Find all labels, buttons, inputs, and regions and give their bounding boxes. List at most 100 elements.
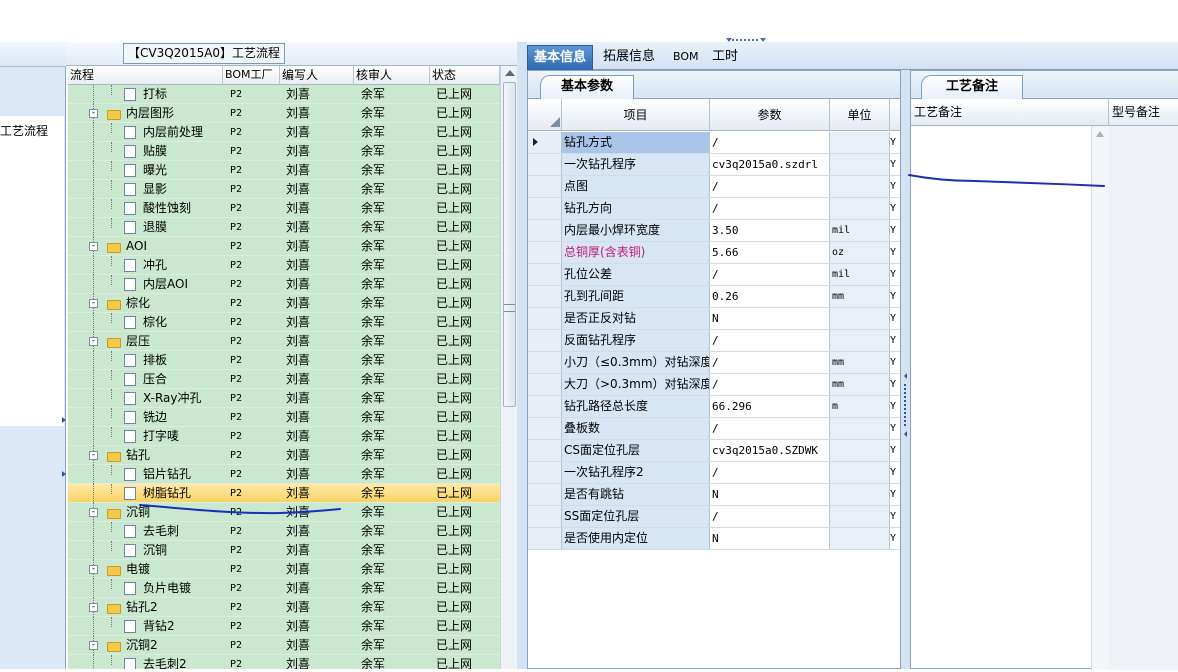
process-row[interactable]: 棕化 P2 刘喜 余军 已上网: [68, 313, 500, 332]
column-header-flag[interactable]: [890, 99, 900, 131]
row-selector[interactable]: [528, 484, 562, 505]
scrollbar-thumb[interactable]: [503, 82, 516, 407]
process-scrollbar[interactable]: [500, 66, 517, 669]
row-selector[interactable]: [528, 506, 562, 527]
expander-minus-icon[interactable]: -: [89, 603, 98, 612]
row-selector[interactable]: [528, 440, 562, 461]
row-selector[interactable]: [528, 176, 562, 197]
expander-minus-icon[interactable]: -: [89, 451, 98, 460]
column-header-process-note[interactable]: 工艺备注: [911, 99, 1109, 126]
column-header-status[interactable]: 状态: [430, 66, 500, 85]
tab-bom[interactable]: BOM: [667, 45, 705, 70]
process-row[interactable]: 铝片钻孔 P2 刘喜 余军 已上网: [68, 465, 500, 484]
process-row[interactable]: 内层AOI P2 刘喜 余军 已上网: [68, 275, 500, 294]
process-row[interactable]: - AOI P2 刘喜 余军 已上网: [68, 237, 500, 256]
expander-minus-icon[interactable]: -: [89, 641, 98, 650]
param-row[interactable]: 是否有跳钻 N Y: [528, 484, 900, 506]
row-selector[interactable]: [528, 154, 562, 175]
process-row[interactable]: 打标 P2 刘喜 余军 已上网: [68, 85, 500, 104]
row-selector[interactable]: [528, 352, 562, 373]
column-header-item[interactable]: 项目: [562, 99, 710, 131]
process-row[interactable]: - 钻孔2 P2 刘喜 余军 已上网: [68, 598, 500, 617]
process-row[interactable]: 贴膜 P2 刘喜 余军 已上网: [68, 142, 500, 161]
row-selector[interactable]: [528, 528, 562, 549]
process-row[interactable]: - 沉铜 P2 刘喜 余军 已上网: [68, 503, 500, 522]
param-value-field[interactable]: /: [710, 330, 830, 351]
param-row[interactable]: 点图 / Y: [528, 176, 900, 198]
process-row[interactable]: 显影 P2 刘喜 余军 已上网: [68, 180, 500, 199]
column-header-flow[interactable]: 流程: [68, 66, 223, 85]
process-row[interactable]: 铣边 P2 刘喜 余军 已上网: [68, 408, 500, 427]
process-row[interactable]: 压合 P2 刘喜 余军 已上网: [68, 370, 500, 389]
process-row[interactable]: 背钻2 P2 刘喜 余军 已上网: [68, 617, 500, 636]
param-row[interactable]: 内层最小焊环宽度 3.50 mil Y: [528, 220, 900, 242]
param-value-field[interactable]: 5.66: [710, 242, 830, 263]
process-row[interactable]: 曝光 P2 刘喜 余军 已上网: [68, 161, 500, 180]
param-value-field[interactable]: N: [710, 528, 830, 549]
param-row[interactable]: 是否使用内定位 N Y: [528, 528, 900, 550]
process-row[interactable]: 打字唛 P2 刘喜 余军 已上网: [68, 427, 500, 446]
param-value-field[interactable]: 66.296: [710, 396, 830, 417]
param-row[interactable]: 是否正反对钻 N Y: [528, 308, 900, 330]
param-value-field[interactable]: /: [710, 264, 830, 285]
param-row[interactable]: CS面定位孔层 cv3q2015a0.SZDWK Y: [528, 440, 900, 462]
param-row[interactable]: 一次钻孔程序2/ Y: [528, 462, 900, 484]
left-nav-item-process-flow[interactable]: 工艺流程: [0, 122, 48, 139]
row-selector[interactable]: [528, 374, 562, 395]
column-header-param[interactable]: 参数: [710, 99, 830, 131]
param-value-field[interactable]: /: [710, 418, 830, 439]
row-selector[interactable]: [528, 286, 562, 307]
param-row[interactable]: 钻孔路径总长度 66.296 m Y: [528, 396, 900, 418]
process-row[interactable]: 排板 P2 刘喜 余军 已上网: [68, 351, 500, 370]
column-header-unit[interactable]: 单位: [830, 99, 890, 131]
select-all-corner[interactable]: [528, 99, 562, 131]
process-row[interactable]: 内层前处理 P2 刘喜 余军 已上网: [68, 123, 500, 142]
param-row[interactable]: 反面钻孔程序 / Y: [528, 330, 900, 352]
param-value-field[interactable]: N: [710, 308, 830, 329]
scroll-up-arrow-icon[interactable]: [1096, 131, 1104, 137]
expander-minus-icon[interactable]: -: [89, 337, 98, 346]
param-value-field[interactable]: 0.26: [710, 286, 830, 307]
expander-minus-icon[interactable]: -: [89, 109, 98, 118]
param-row[interactable]: 叠板数 / Y: [528, 418, 900, 440]
column-header-reviewer[interactable]: 核审人: [354, 66, 430, 85]
row-selector[interactable]: [528, 330, 562, 351]
expander-minus-icon[interactable]: -: [89, 242, 98, 251]
row-selector[interactable]: [528, 132, 562, 153]
expander-minus-icon[interactable]: -: [89, 565, 98, 574]
param-value-field[interactable]: /: [710, 352, 830, 373]
process-row[interactable]: 酸性蚀刻 P2 刘喜 余军 已上网: [68, 199, 500, 218]
expander-minus-icon[interactable]: -: [89, 508, 98, 517]
right-splitter[interactable]: [901, 70, 910, 669]
param-row[interactable]: 一次钻孔程序 cv3q2015a0.szdrl Y: [528, 154, 900, 176]
param-value-field[interactable]: cv3q2015a0.szdrl: [710, 154, 830, 175]
param-row[interactable]: 孔到孔间距 0.26 mm Y: [528, 286, 900, 308]
row-selector[interactable]: [528, 220, 562, 241]
param-row[interactable]: 钻孔方式 / Y: [528, 132, 900, 154]
process-row[interactable]: 去毛刺2 P2 刘喜 余军 已上网: [68, 655, 500, 669]
tab-basic-params[interactable]: 基本参数: [540, 75, 635, 99]
param-row[interactable]: 小刀（≤0.3mm）对钻深度 / mm Y: [528, 352, 900, 374]
param-row[interactable]: 总铜厚(含表铜) 5.66 oz Y: [528, 242, 900, 264]
process-row[interactable]: - 层压 P2 刘喜 余军 已上网: [68, 332, 500, 351]
param-value-field[interactable]: /: [710, 176, 830, 197]
column-header-bom[interactable]: BOM工厂: [223, 66, 280, 85]
param-value-field[interactable]: /: [710, 462, 830, 483]
process-row[interactable]: - 钻孔 P2 刘喜 余军 已上网: [68, 446, 500, 465]
process-row[interactable]: - 内层图形 P2 刘喜 余军 已上网: [68, 104, 500, 123]
process-tree-grid[interactable]: 流程 BOM工厂 编写人 核审人 状态 打标 P2 刘喜 余军 已上网 - 内层图形 P2 刘喜…: [68, 66, 500, 669]
process-row[interactable]: 树脂钻孔 P2 刘喜 余军 已上网: [68, 484, 500, 503]
column-header-author[interactable]: 编写人: [280, 66, 354, 85]
param-row[interactable]: 孔位公差 / mil Y: [528, 264, 900, 286]
param-value-field[interactable]: /: [710, 374, 830, 395]
process-row[interactable]: - 电镀 P2 刘喜 余军 已上网: [68, 560, 500, 579]
row-selector[interactable]: [528, 308, 562, 329]
param-value-field[interactable]: cv3q2015a0.SZDWK: [710, 440, 830, 461]
row-selector[interactable]: [528, 462, 562, 483]
notes-scrollbar[interactable]: [1091, 126, 1109, 670]
process-row[interactable]: - 棕化 P2 刘喜 余军 已上网: [68, 294, 500, 313]
process-row[interactable]: 负片电镀 P2 刘喜 余军 已上网: [68, 579, 500, 598]
row-selector[interactable]: [528, 264, 562, 285]
param-value-field[interactable]: N: [710, 484, 830, 505]
tab-extended-info[interactable]: 拓展信息: [597, 45, 661, 70]
